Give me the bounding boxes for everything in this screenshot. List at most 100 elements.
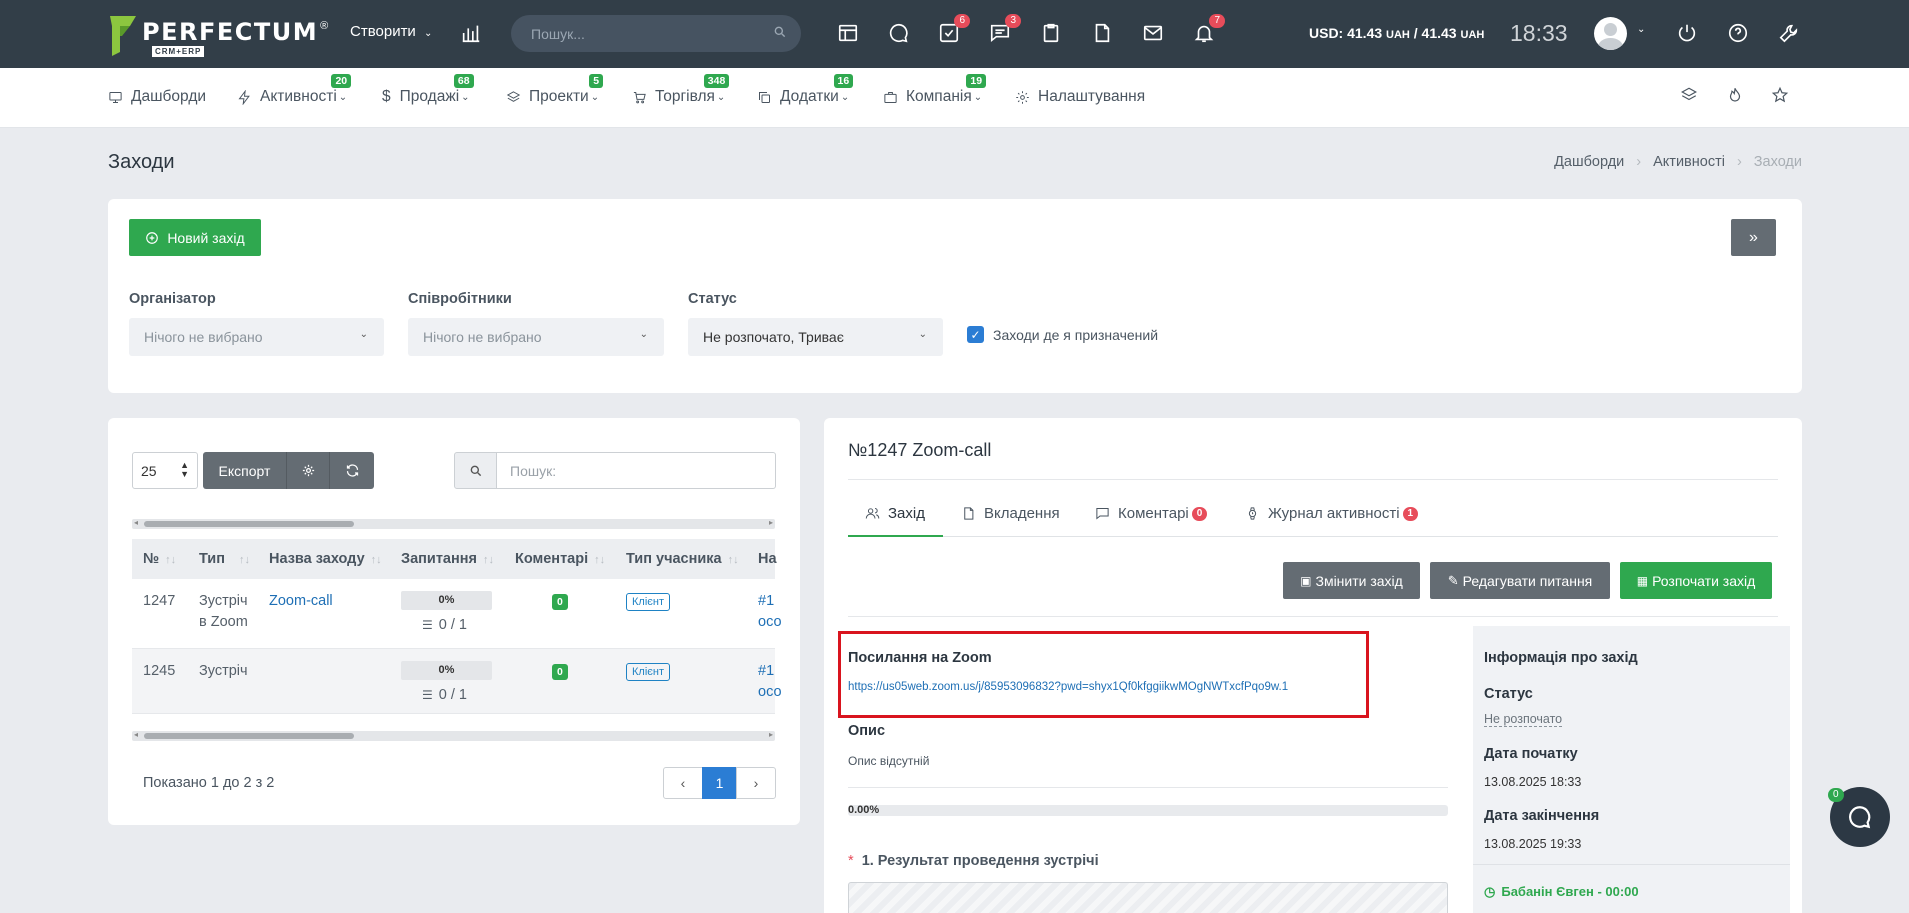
calendar-edit-icon: ▣ — [1300, 573, 1312, 588]
global-search-input[interactable]: Пошук... — [511, 15, 801, 52]
column-label: На — [758, 551, 777, 567]
calendar-check-icon: ▦ — [1636, 573, 1649, 588]
chat-bubble-icon[interactable] — [886, 20, 912, 46]
next-page-button[interactable]: › — [736, 767, 776, 799]
zoom-link-highlight — [838, 631, 1369, 718]
breadcrumb-item[interactable]: Дашборди — [1554, 154, 1624, 170]
layers-icon[interactable] — [1680, 86, 1702, 108]
questions-count-value: 0 / 1 — [438, 617, 467, 633]
table-search-input[interactable]: Пошук: — [497, 452, 776, 489]
messages-icon[interactable]: 3 — [987, 14, 1021, 46]
column-number[interactable]: № ↑↓ — [143, 551, 176, 567]
cell-more[interactable]: #1 — [758, 663, 774, 679]
top-bar: PERFECTUM ® CRM+ERP Створити ⌄ Пошук... … — [0, 0, 1909, 68]
create-label: Створити — [350, 23, 416, 40]
nav-company[interactable]: Компанія ⌄ 19 — [883, 74, 987, 106]
star-icon[interactable] — [1771, 86, 1793, 108]
tab-label: Коментарі — [1118, 505, 1189, 522]
tasks-badge: 6 — [954, 14, 970, 28]
change-event-label: Змінити захід — [1315, 572, 1403, 589]
nav-badge: 19 — [966, 74, 987, 88]
column-more[interactable]: На — [758, 551, 777, 567]
avatar-chevron-icon[interactable]: ⌄ — [1637, 24, 1645, 35]
status-value: Не розпочато, Триває — [703, 329, 844, 345]
mail-icon[interactable] — [1140, 20, 1166, 46]
horizontal-scrollbar-top[interactable]: ◂ ▸ — [132, 518, 775, 529]
info-status-value[interactable]: Не розпочато — [1484, 712, 1563, 727]
tab-activity-log[interactable]: Журнал активності 1 — [1245, 505, 1419, 522]
breadcrumb-separator: › — [1736, 154, 1742, 170]
bell-icon[interactable]: 7 — [1191, 14, 1225, 46]
column-label: Коментарі — [515, 551, 589, 567]
employees-select[interactable]: Нічого не вибрано ⌄ — [408, 318, 664, 356]
horizontal-scrollbar-bottom[interactable]: ◂ ▸ — [132, 730, 775, 741]
sort-icon: ↑↓ — [482, 554, 494, 566]
fire-icon[interactable] — [1726, 86, 1748, 108]
create-menu[interactable]: Створити ⌄ — [350, 23, 432, 40]
nav-label: Налаштування — [1038, 88, 1146, 105]
users-icon — [865, 508, 880, 519]
edit-questions-button[interactable]: ✎ Редагувати питання — [1430, 562, 1610, 599]
assigned-checkbox-label: Заходи де я призначений — [993, 327, 1159, 343]
nav-sales[interactable]: $ Продажі ⌄ 68 — [382, 74, 474, 106]
nav-trade[interactable]: Торгівля ⌄ 348 — [632, 74, 730, 106]
clock: 18:33 — [1510, 20, 1568, 46]
nav-dashboards[interactable]: Дашборди — [108, 88, 206, 106]
scroll-thumb[interactable] — [144, 521, 354, 527]
sort-icon: ↑↓ — [370, 554, 382, 566]
cell-more[interactable]: #1 — [758, 593, 774, 609]
organizer-select[interactable]: Нічого не вибрано ⌄ — [129, 318, 384, 356]
organizer-value: Нічого не вибрано — [144, 329, 263, 345]
avatar-body — [1598, 38, 1623, 50]
table-row[interactable]: 1247 Зустріч в Zoom Zoom-call 0% ☰ 0 / 1 … — [132, 579, 782, 649]
nav-apps[interactable]: Додатки ⌄ 16 — [757, 74, 854, 106]
refresh-button[interactable] — [330, 452, 374, 489]
table-row[interactable]: 1245 Зустріч 0% ☰ 0 / 1 0 Клієнт #1 осо — [132, 649, 782, 714]
document-icon[interactable] — [1089, 20, 1115, 46]
column-participant-type[interactable]: Тип учасника ↑↓ — [626, 551, 739, 567]
help-icon[interactable] — [1725, 20, 1751, 46]
column-comments[interactable]: Коментарі ↑↓ — [515, 551, 605, 567]
questions-count-value: 0 / 1 — [438, 687, 467, 703]
column-label: № — [143, 551, 160, 567]
expand-filters-button[interactable]: » — [1731, 219, 1776, 256]
change-event-button[interactable]: ▣ Змінити захід — [1283, 562, 1420, 599]
dollar-icon: $ — [382, 88, 391, 105]
logo-subtitle: CRM+ERP — [152, 46, 205, 57]
nav-activities[interactable]: Активності ⌄ 20 — [237, 74, 352, 106]
clipboard-icon[interactable] — [1038, 20, 1064, 46]
question-1-text: 1. Результат проведення зустрічі — [861, 853, 1099, 869]
prev-page-button[interactable]: ‹ — [663, 767, 703, 799]
assigned-checkbox[interactable]: ✓ — [967, 326, 984, 343]
column-settings-button[interactable] — [287, 452, 330, 489]
search-placeholder: Пошук... — [531, 26, 585, 42]
event-link[interactable]: Zoom-call — [269, 593, 333, 609]
column-questions[interactable]: Запитання ↑↓ — [401, 551, 494, 567]
new-event-button[interactable]: Новий захід — [129, 219, 261, 256]
start-event-button[interactable]: ▦ Розпочати захід — [1620, 562, 1772, 599]
bar-chart-icon[interactable] — [458, 20, 484, 46]
question-1-label: * 1. Результат проведення зустрічі — [848, 853, 1099, 869]
page-1-button[interactable]: 1 — [702, 767, 737, 799]
nav-settings[interactable]: Налаштування — [1015, 88, 1145, 106]
power-icon[interactable] — [1674, 20, 1700, 46]
tab-comments[interactable]: Коментарі 0 — [1095, 505, 1208, 522]
page-size-select[interactable]: 25 ▲ ▼ — [132, 452, 198, 489]
wrench-icon[interactable] — [1776, 20, 1802, 46]
column-type[interactable]: Тип ↑↓ — [199, 551, 250, 567]
tab-attachments[interactable]: Вкладення — [961, 505, 1060, 522]
status-select[interactable]: Не розпочато, Триває ⌄ — [688, 318, 943, 356]
calendar-table-icon[interactable] — [835, 20, 861, 46]
export-button[interactable]: Експорт — [203, 452, 287, 489]
avatar[interactable] — [1594, 17, 1627, 50]
zoom-link[interactable]: https://us05web.zoom.us/j/85953096832?pw… — [848, 681, 1288, 693]
breadcrumb-item[interactable]: Активності — [1653, 154, 1725, 170]
nav-projects[interactable]: Проекти ⌄ 5 — [506, 74, 604, 106]
tasks-icon[interactable]: 6 — [936, 14, 970, 46]
scroll-thumb[interactable] — [144, 733, 354, 739]
question-1-answer-field[interactable] — [848, 882, 1448, 913]
column-name[interactable]: Назва заходу ↑↓ — [269, 551, 382, 567]
logo[interactable]: PERFECTUM ® CRM+ERP — [108, 12, 328, 58]
tab-event[interactable]: Захід — [865, 505, 925, 522]
questions-count: ☰ 0 / 1 — [422, 617, 467, 633]
